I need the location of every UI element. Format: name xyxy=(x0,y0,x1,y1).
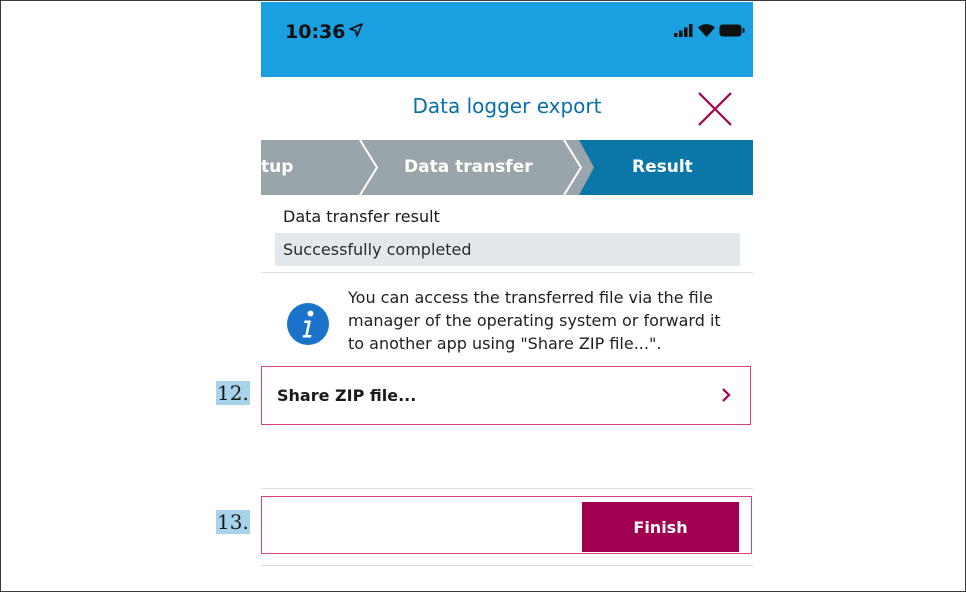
status-time: 10:36 xyxy=(285,21,346,43)
wifi-icon xyxy=(698,24,715,37)
finish-row: Finish xyxy=(261,496,752,554)
signal-icon xyxy=(674,24,693,37)
info-line: manager of the operating system or forwa… xyxy=(348,311,721,330)
share-zip-button[interactable]: Share ZIP file... xyxy=(261,366,751,425)
page-title: Data logger export xyxy=(412,94,602,118)
info-line: to another app using "Share ZIP file..."… xyxy=(348,334,662,353)
info-line: You can access the transferred file via … xyxy=(348,288,714,307)
share-zip-label: Share ZIP file... xyxy=(277,386,417,405)
divider xyxy=(261,488,753,489)
step-result: Result xyxy=(632,157,693,177)
finish-button[interactable]: Finish xyxy=(582,502,739,552)
location-arrow-icon xyxy=(349,23,363,37)
battery-icon xyxy=(719,24,745,37)
divider xyxy=(261,565,753,566)
step-data-transfer: Data transfer xyxy=(404,157,533,177)
chevron-right-icon xyxy=(722,388,731,402)
info-text: You can access the transferred file via … xyxy=(348,286,738,355)
wizard-stepper: tup Data transfer Result xyxy=(261,140,753,195)
result-label: Data transfer result xyxy=(283,207,440,226)
divider xyxy=(261,272,753,273)
close-icon[interactable] xyxy=(696,90,734,128)
status-bar: 10:36 xyxy=(261,2,753,77)
result-value: Successfully completed xyxy=(283,240,472,259)
result-value-field: Successfully completed xyxy=(275,233,740,266)
step-setup: tup xyxy=(261,157,294,177)
info-icon xyxy=(287,303,329,345)
step-number-13: 13. xyxy=(216,510,250,534)
step-number-12: 12. xyxy=(216,381,250,405)
